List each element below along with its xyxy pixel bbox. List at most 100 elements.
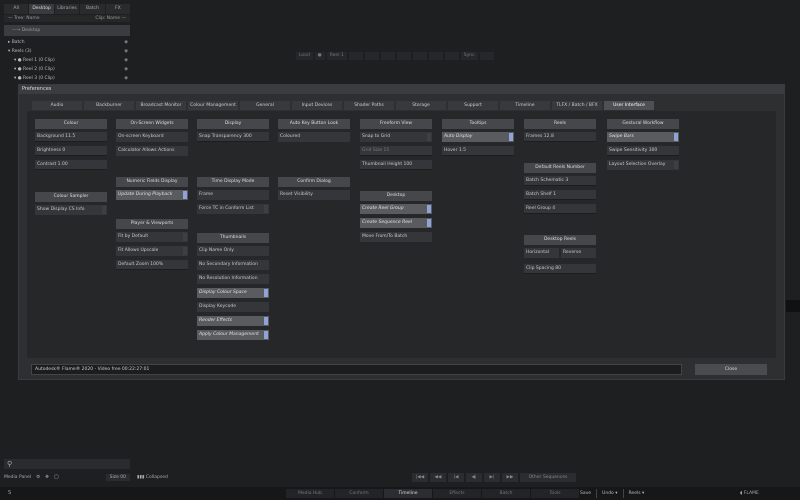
batch-schematic-slider[interactable]: Batch Schematic 3 bbox=[524, 176, 596, 186]
mode-tab-conform[interactable]: Conform bbox=[335, 489, 383, 498]
clip-sort-label[interactable]: Clip: Name — bbox=[95, 15, 126, 22]
eye-icon[interactable]: ◉ bbox=[124, 56, 128, 65]
tab-all[interactable]: All bbox=[4, 4, 29, 14]
gear-icon[interactable]: ⚙ bbox=[36, 475, 40, 480]
eye-icon[interactable]: ◉ bbox=[124, 74, 128, 83]
reel-bar-segment[interactable] bbox=[396, 52, 411, 60]
auto-display-toggle[interactable]: Auto Display bbox=[442, 132, 514, 142]
reel-bar-segment[interactable]: Load bbox=[296, 52, 313, 60]
reverse-button[interactable]: Reverse bbox=[561, 248, 596, 258]
fit-allows-upscale-toggle[interactable]: Fit Allows Upscale bbox=[116, 246, 188, 256]
mode-tab-tools[interactable]: Tools bbox=[531, 489, 579, 498]
tab-desktop[interactable]: Desktop bbox=[29, 4, 54, 14]
close-button[interactable]: Close bbox=[695, 364, 767, 375]
collapsed-toggle[interactable]: ▮▮▮ Collapsed bbox=[137, 473, 187, 482]
search-input[interactable]: ⚲ bbox=[4, 459, 130, 469]
show-display-cs-toggle[interactable]: Show Display CS Info bbox=[35, 205, 107, 215]
reel-bar-segment[interactable] bbox=[444, 52, 459, 60]
snap-to-grid-toggle[interactable]: Snap to Grid bbox=[360, 132, 432, 142]
tab-shader-paths[interactable]: Shader Paths bbox=[344, 101, 394, 110]
mode-tab-batch[interactable]: Batch bbox=[482, 489, 530, 498]
eye-icon[interactable]: ◉ bbox=[124, 47, 128, 56]
reel-group-slider[interactable]: Reel Group 4 bbox=[524, 204, 596, 214]
tab-broadcast-monitor[interactable]: Broadcast Monitor bbox=[136, 101, 186, 110]
tree-item[interactable]: ▾ ● Reel 1 (0 Clip) ◉ bbox=[4, 56, 130, 65]
tab-tlfx-batch-bfx[interactable]: TLFX / Batch / BFX bbox=[552, 101, 602, 110]
tree-item[interactable]: ▾ ● Reel 3 (0 Clip) ◉ bbox=[4, 74, 130, 83]
batch-shelf-slider[interactable]: Batch Shelf 1 bbox=[524, 190, 596, 200]
display-keycode-option[interactable]: Display Keycode bbox=[197, 302, 269, 312]
display-colour-space-toggle[interactable]: Display Colour Space bbox=[197, 288, 269, 298]
transport-button[interactable]: |◀◀ bbox=[412, 473, 428, 482]
clip-name-only-option[interactable]: Clip Name Only bbox=[197, 246, 269, 256]
transport-button[interactable]: ◀| bbox=[466, 473, 482, 482]
create-sequence-reel-toggle[interactable]: Create Sequence Reel bbox=[360, 218, 432, 228]
apply-colour-management-toggle[interactable]: Apply Colour Management bbox=[197, 330, 269, 340]
move-icon[interactable]: ✥ bbox=[45, 475, 49, 480]
tab-timeline[interactable]: Timeline bbox=[500, 101, 550, 110]
frames-slider[interactable]: Frames 12.8 bbox=[524, 132, 596, 142]
tree-item[interactable]: ▾ ● Reel 2 (0 Clip) ◉ bbox=[4, 65, 130, 74]
reel-bar-segment[interactable] bbox=[380, 52, 395, 60]
transport-button[interactable]: |◀ bbox=[448, 473, 464, 482]
background-slider[interactable]: Background 11.5 bbox=[35, 132, 107, 142]
layout-selection-overlay-toggle[interactable]: Layout Selection Overlay bbox=[607, 160, 679, 170]
tab-support[interactable]: Support bbox=[448, 101, 498, 110]
transport-button[interactable]: ▶▶ bbox=[502, 473, 518, 482]
update-during-playback-toggle[interactable]: Update During Playback bbox=[116, 190, 188, 200]
media-panel-menu[interactable]: Media Panel bbox=[4, 475, 31, 480]
corner-s-label[interactable]: S bbox=[8, 489, 11, 498]
transport-button[interactable]: ▶| bbox=[484, 473, 500, 482]
tab-fx[interactable]: FX bbox=[105, 4, 131, 14]
create-reel-group-toggle[interactable]: Create Reel Group bbox=[360, 204, 432, 214]
snap-transparency-slider[interactable]: Snap Transparency 300 bbox=[197, 132, 269, 142]
swipe-sensitivity-slider[interactable]: Swipe Sensitivity 300 bbox=[607, 146, 679, 156]
tree-item[interactable]: ▾ Reels (3) ◉ bbox=[4, 47, 130, 56]
reel-bar-segment[interactable]: ● bbox=[314, 52, 325, 60]
move-from-to-batch-button[interactable]: Move From/To Batch bbox=[360, 232, 432, 242]
tab-backburner[interactable]: Backburner bbox=[84, 101, 134, 110]
no-secondary-information-option[interactable]: No Secondary Information bbox=[197, 260, 269, 270]
reel-bar-segment[interactable]: Reel 1 bbox=[326, 52, 347, 60]
swipe-bars-toggle[interactable]: Swipe Bars bbox=[607, 132, 679, 142]
undo-button[interactable]: Undo ▾ bbox=[602, 489, 617, 498]
eye-icon[interactable]: ◉ bbox=[124, 38, 128, 47]
tree-item[interactable]: ▸ Batch ◉ bbox=[4, 38, 130, 47]
tab-colour-management[interactable]: Colour Management bbox=[188, 101, 238, 110]
grid-size-slider[interactable]: Grid Size 15 bbox=[360, 146, 432, 156]
brightness-slider[interactable]: Brightness 0 bbox=[35, 146, 107, 156]
render-effects-toggle[interactable]: Render Effects bbox=[197, 316, 269, 326]
clip-spacing-slider[interactable]: Clip Spacing 80 bbox=[524, 264, 596, 274]
force-tc-toggle[interactable]: Force TC in Conform List bbox=[197, 204, 269, 214]
reel-bar-segment[interactable]: Sync bbox=[460, 52, 478, 60]
sync-icon[interactable]: ◯ bbox=[54, 475, 59, 480]
tab-user-interface[interactable]: User Interface bbox=[604, 101, 654, 110]
reel-bar-segment[interactable] bbox=[348, 52, 363, 60]
reel-bar-segment[interactable] bbox=[412, 52, 427, 60]
hover-slider[interactable]: Hover 1.5 bbox=[442, 146, 514, 156]
time-display-mode-select[interactable]: Frame bbox=[197, 190, 269, 200]
eye-icon[interactable]: ◉ bbox=[124, 65, 128, 74]
auto-key-look-select[interactable]: Coloured bbox=[278, 132, 350, 142]
tab-general[interactable]: General bbox=[240, 101, 290, 110]
contrast-slider[interactable]: Contrast 1.00 bbox=[35, 160, 107, 170]
horizontal-button[interactable]: Horizontal bbox=[524, 248, 559, 258]
no-resolution-information-option[interactable]: No Resolution Information bbox=[197, 274, 269, 284]
thumbnail-height-slider[interactable]: Thumbnail Height 100 bbox=[360, 160, 432, 170]
tree-root-desktop[interactable]: —→ Desktop bbox=[4, 25, 130, 36]
reset-visibility-button[interactable]: Reset Visibility bbox=[278, 190, 350, 200]
mode-tab-media-hub[interactable]: Media Hub bbox=[286, 489, 334, 498]
size-field[interactable]: Size 00 bbox=[105, 473, 130, 481]
reel-bar-segment[interactable] bbox=[364, 52, 379, 60]
reel-bar-segment[interactable] bbox=[428, 52, 443, 60]
mode-tab-effects[interactable]: Effects bbox=[433, 489, 481, 498]
fit-by-default-toggle[interactable]: Fit by Default bbox=[116, 232, 188, 242]
reels-button[interactable]: Reels ▾ bbox=[629, 489, 645, 498]
reel-bar-segment[interactable] bbox=[479, 52, 494, 60]
mode-tab-timeline[interactable]: Timeline bbox=[384, 489, 432, 498]
tab-storage[interactable]: Storage bbox=[396, 101, 446, 110]
tab-batch[interactable]: Batch bbox=[80, 4, 105, 14]
save-button[interactable]: Save bbox=[580, 489, 591, 498]
other-sequences-button[interactable]: Other Sequences bbox=[520, 473, 576, 482]
tab-audio[interactable]: Audio bbox=[32, 101, 82, 110]
